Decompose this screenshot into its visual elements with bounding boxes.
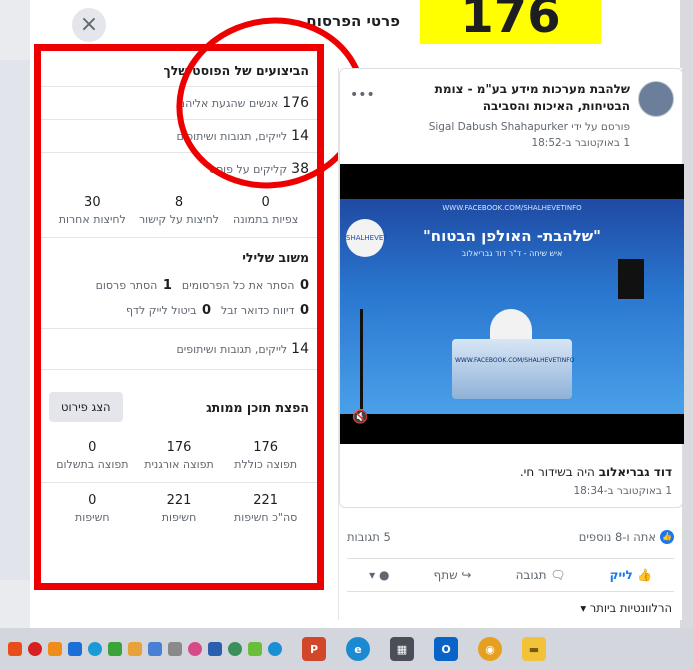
organic-reach-stat: 176 תפוצה אורגנית bbox=[144, 440, 214, 471]
posted-by: פורסם על ידי Sigal Dabush Shahapurker bbox=[428, 121, 630, 133]
comment-sort-dropdown[interactable]: הרלוונטיות ביותר ▾ bbox=[580, 601, 672, 615]
edge-icon[interactable]: e bbox=[346, 637, 370, 661]
action-bar: 👍 לייק 🗨 תגובה ↪ שתף ● ▾ bbox=[347, 558, 674, 592]
negative-row-spam: 0 דיווח כדואר זבל 0 ביטול לייק לדף bbox=[125, 303, 309, 318]
video-frame: WWW.FACEBOOK.COM/SHALHEVETINFO SHALHEVET… bbox=[340, 199, 684, 414]
page-avatar[interactable] bbox=[638, 81, 674, 117]
annotation-badge: 176 bbox=[420, 0, 601, 44]
total-impressions-stat: 221 סה"כ חשיפות bbox=[234, 493, 298, 524]
desk-url-text: WWW.FACEBOOK.COM/SHALHEVETINFO bbox=[455, 357, 575, 364]
shared-live-text: דוד גבריאלוב היה בשידור חי. bbox=[519, 465, 672, 479]
impressions-section: 221 סה"כ חשיפות 221 חשיפות 0 חשיפות bbox=[41, 483, 317, 535]
negative-feedback-section: משוב שלילי 0 הסתר את כל הפרסומים 1 הסתר … bbox=[41, 238, 317, 329]
click-breakdown: 0 צפיות בתמונה 8 לחיצות על קישור 30 לחיצות … bbox=[49, 185, 309, 237]
likes-summary[interactable]: 👍אתה ו-8 נוספים bbox=[579, 530, 674, 545]
like-button[interactable]: 👍 לייק bbox=[610, 568, 652, 582]
chrome-icon[interactable]: ◉ bbox=[478, 637, 502, 661]
reach-breakdown: 176 תפוצה כוללת 176 תפוצה אורגנית 0 תפוצה ב… bbox=[49, 430, 309, 482]
reactions-row: 👍אתה ו-8 נוספים 5 תגובות bbox=[347, 526, 674, 548]
app-icon-8[interactable] bbox=[148, 642, 162, 656]
calculator-icon[interactable]: ▦ bbox=[390, 637, 414, 661]
link-clicks-stat: 8 לחיצות על קישור bbox=[138, 195, 220, 226]
app-icon-13[interactable] bbox=[248, 642, 262, 656]
paid-reach-stat: 0 תפוצה בתשלום bbox=[56, 440, 129, 471]
outlook-icon[interactable]: O bbox=[434, 637, 458, 661]
close-button[interactable]: × bbox=[72, 8, 106, 42]
comments-count[interactable]: 5 תגובות bbox=[347, 530, 391, 544]
app-icon-11[interactable] bbox=[208, 642, 222, 656]
shared-author[interactable]: דוד גבריאלוב bbox=[599, 465, 672, 479]
windows-taskbar: P e ▦ O ◉ ▬ bbox=[0, 628, 693, 670]
more-options-icon[interactable]: ••• bbox=[350, 87, 375, 103]
video-subtitle: איש שיחה - ד"ר דוד גבריאלוב bbox=[461, 249, 563, 258]
app-icon-5[interactable] bbox=[88, 642, 102, 656]
app-icon-10[interactable] bbox=[188, 642, 202, 656]
app-icon-1[interactable] bbox=[8, 642, 22, 656]
speaker-shape bbox=[618, 259, 644, 299]
post-card: שלהבת מערכות מידע בע"מ - צומת הבטיחות, ה… bbox=[339, 68, 684, 508]
video-player[interactable]: WWW.FACEBOOK.COM/SHALHEVETINFO SHALHEVET… bbox=[340, 164, 684, 444]
video-url-text: WWW.FACEBOOK.COM/SHALHEVETINFO bbox=[442, 204, 582, 212]
app-icon-4[interactable] bbox=[68, 642, 82, 656]
video-banner: "שלהבת- האולפן הבטוח" bbox=[422, 227, 601, 245]
powerpoint-icon[interactable]: P bbox=[302, 637, 326, 661]
impressions-breakdown: 221 סה"כ חשיפות 221 חשיפות 0 חשיפות bbox=[49, 483, 309, 535]
file-explorer-icon[interactable]: ▬ bbox=[522, 637, 546, 661]
organic-impressions-stat: 221 חשיפות bbox=[161, 493, 197, 524]
negative-row-hide: 0 הסתר את כל הפרסומים 1 הסתר פרסום bbox=[95, 278, 309, 293]
app-icon-6[interactable] bbox=[108, 642, 122, 656]
distribution-heading: הפצת תוכן ממותג bbox=[206, 399, 309, 415]
photo-views-stat: 0 צפיות בתמונה bbox=[233, 195, 299, 226]
post-meta: פורסם על ידי Sigal Dabush Shahapurker 1 … bbox=[370, 119, 630, 151]
app-icon-12[interactable] bbox=[228, 642, 242, 656]
total-reach-stat: 176 תפוצה כוללת bbox=[234, 440, 298, 471]
show-breakdown-button[interactable]: הצג פירוט bbox=[49, 392, 123, 422]
camera-shape bbox=[360, 309, 390, 409]
distribution-section: הפצת תוכן ממותג הצג פירוט 176 תפוצה כוללת… bbox=[41, 384, 317, 483]
paid-impressions-stat: 0 חשיפות bbox=[75, 493, 110, 524]
app-icon-7[interactable] bbox=[128, 642, 142, 656]
app-icon-9[interactable] bbox=[168, 642, 182, 656]
share-button[interactable]: ↪ שתף bbox=[434, 568, 472, 582]
other-clicks-stat: 30 לחיצות אחרות bbox=[58, 195, 126, 226]
close-icon[interactable]: × bbox=[80, 12, 98, 37]
negative-feedback-heading: משוב שלילי bbox=[242, 250, 309, 265]
app-icon-3[interactable] bbox=[48, 642, 62, 656]
post-preview-panel: שלהבת מערכות מידע בע"מ - צומת הבטיחות, ה… bbox=[338, 68, 684, 620]
post-date[interactable]: 1 באוקטובר ב-18:52 bbox=[370, 135, 630, 151]
comment-button[interactable]: 🗨 תגובה bbox=[516, 568, 566, 582]
desk-shape bbox=[452, 339, 572, 399]
audience-selector[interactable]: ● ▾ bbox=[369, 568, 389, 582]
background-strip bbox=[0, 60, 30, 580]
shared-date[interactable]: 1 באוקטובר ב-18:34 bbox=[573, 485, 672, 497]
engagement-total-row: 14לייקים, תגובות ושיתופים bbox=[41, 329, 317, 370]
app-icon-2[interactable] bbox=[28, 642, 42, 656]
like-badge-icon: 👍 bbox=[660, 530, 674, 545]
page-name-link[interactable]: שלהבת מערכות מידע בע"מ - צומת הבטיחות, ה… bbox=[390, 81, 630, 115]
mute-icon[interactable]: 🔇 bbox=[352, 410, 368, 425]
help-icon[interactable] bbox=[268, 642, 282, 656]
